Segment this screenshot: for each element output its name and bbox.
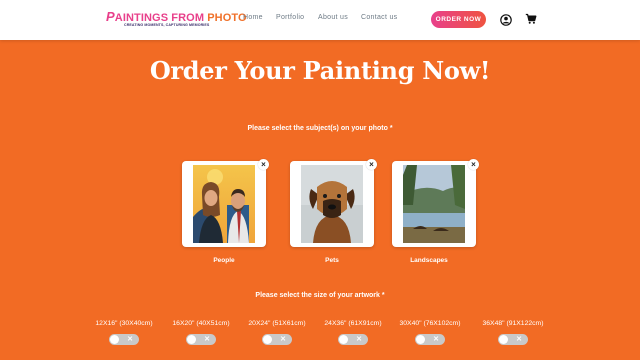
- toggle-knob: [263, 335, 272, 344]
- pets-photo: [301, 165, 363, 243]
- size-label-16x20: 16X20" (40X51cm): [172, 320, 230, 327]
- toggle-knob: [416, 335, 425, 344]
- toggle-off-icon: ✕: [516, 336, 522, 343]
- page-title: Order Your Painting Now!: [149, 56, 491, 85]
- subject-label-people: People: [213, 257, 235, 264]
- size-toggle-36x48[interactable]: ✕: [498, 334, 528, 345]
- remove-landscapes-icon[interactable]: ×: [468, 159, 479, 170]
- logo-wordmark: PAINTINGS FROM PHOTO: [106, 9, 247, 24]
- subject-card-people[interactable]: ×: [182, 159, 269, 247]
- size-label-36x48: 36X48" (91X122cm): [482, 320, 544, 327]
- subject-label-landscapes: Landscapes: [410, 257, 448, 264]
- order-now-button[interactable]: ORDER NOW: [431, 11, 486, 28]
- toggle-knob: [499, 335, 508, 344]
- nav-about-us[interactable]: About us: [318, 14, 348, 21]
- toggle-off-icon: ✕: [433, 336, 439, 343]
- size-label-30x40: 30X40" (76X102cm): [399, 320, 461, 327]
- logo-tagline: CREATING MOMENTS, CAPTURING MEMORIES: [124, 23, 210, 27]
- toggle-knob: [187, 335, 196, 344]
- subject-label-pets: Pets: [325, 257, 339, 264]
- site-logo[interactable]: PAINTINGS FROM PHOTO CREATING MOMENTS, C…: [106, 9, 247, 31]
- size-toggle-12x16[interactable]: ✕: [109, 334, 139, 345]
- toggle-off-icon: ✕: [204, 336, 210, 343]
- toggle-off-icon: ✕: [356, 336, 362, 343]
- toggle-off-icon: ✕: [127, 336, 133, 343]
- logo-photo-text: PHOTO: [207, 12, 247, 24]
- remove-pets-icon[interactable]: ×: [366, 159, 377, 170]
- user-icon[interactable]: [500, 13, 512, 26]
- size-toggle-24x36[interactable]: ✕: [338, 334, 368, 345]
- size-prompt: Please select the size of your artwork *: [255, 292, 385, 299]
- subject-card-landscapes[interactable]: ×: [392, 159, 479, 247]
- size-toggle-20x24[interactable]: ✕: [262, 334, 292, 345]
- nav-home[interactable]: Home: [243, 14, 263, 21]
- size-label-12x16: 12X16" (30X40cm): [95, 320, 153, 327]
- size-label-24x36: 24X36" (61X91cm): [324, 320, 382, 327]
- cart-icon[interactable]: [525, 12, 537, 24]
- toggle-off-icon: ✕: [280, 336, 286, 343]
- size-label-20x24: 20X24" (51X61cm): [248, 320, 306, 327]
- logo-letter: P: [106, 9, 115, 24]
- remove-people-icon[interactable]: ×: [258, 159, 269, 170]
- people-photo: [193, 165, 255, 243]
- toggle-knob: [110, 335, 119, 344]
- landscapes-photo: [403, 165, 465, 243]
- size-toggle-30x40[interactable]: ✕: [415, 334, 445, 345]
- size-toggle-16x20[interactable]: ✕: [186, 334, 216, 345]
- site-header: PAINTINGS FROM PHOTO CREATING MOMENTS, C…: [0, 0, 640, 40]
- nav-portfolio[interactable]: Portfolio: [276, 14, 304, 21]
- nav-contact-us[interactable]: Contact us: [361, 14, 397, 21]
- toggle-knob: [339, 335, 348, 344]
- subject-prompt: Please select the subject(s) on your pho…: [247, 125, 393, 132]
- subject-card-pets[interactable]: ×: [290, 159, 377, 247]
